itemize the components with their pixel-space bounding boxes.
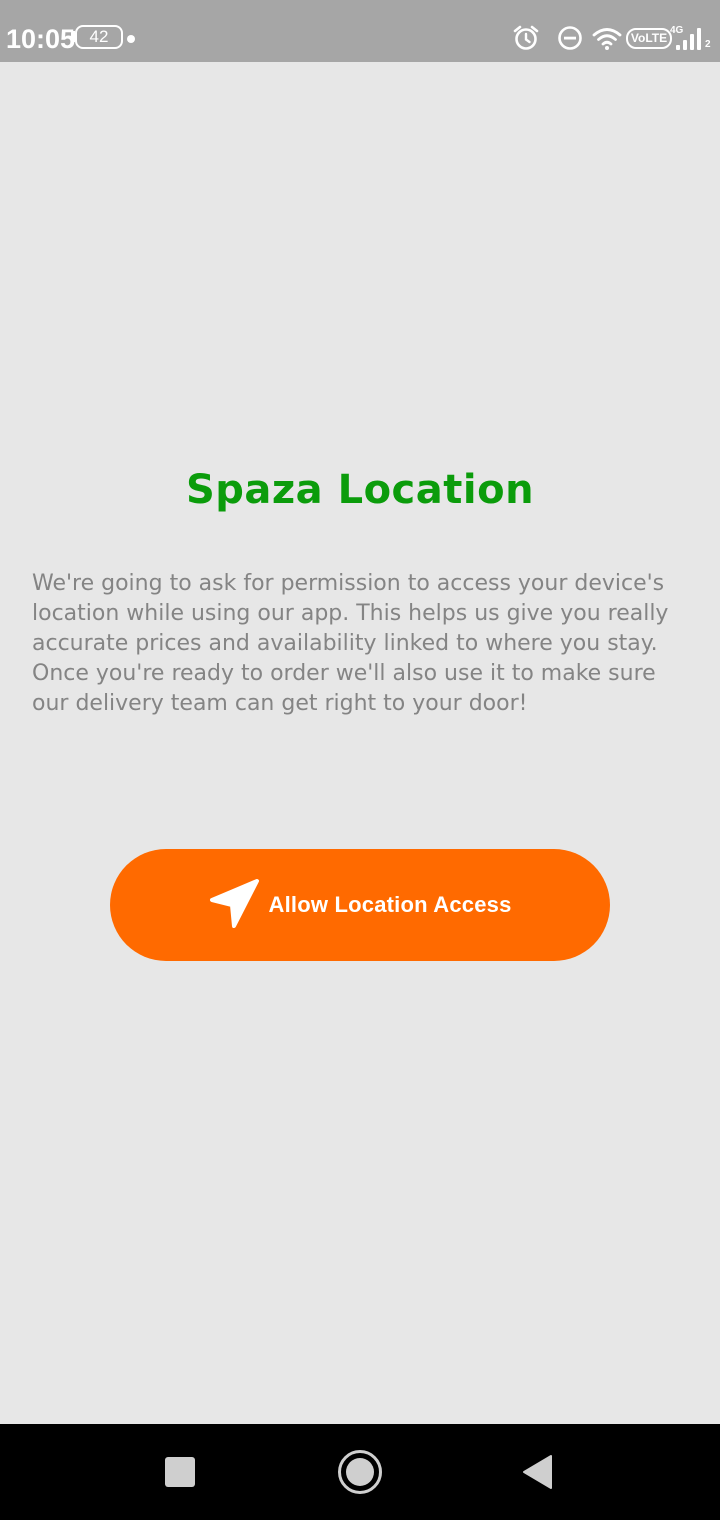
back-icon: [523, 1455, 552, 1489]
volte-badge: VoLTE: [626, 28, 672, 49]
allow-location-access-label: Allow Location Access: [268, 892, 512, 917]
allow-location-access-button[interactable]: Allow Location Access: [110, 849, 610, 961]
navigation-bar: [0, 1424, 720, 1520]
recent-apps-icon: [165, 1457, 195, 1487]
home-button[interactable]: [336, 1448, 384, 1496]
navigation-arrow-icon: [209, 879, 259, 928]
page-title: Spaza Location: [185, 467, 535, 513]
location-permission-screen: 10:05 42 VoLTE 4G 2 Spaza Location We're…: [0, 0, 720, 1520]
back-button[interactable]: [514, 1448, 562, 1496]
recent-apps-button[interactable]: [156, 1448, 204, 1496]
status-bar: 10:05 42 VoLTE 4G 2: [0, 0, 720, 62]
home-icon: [338, 1450, 382, 1494]
signal-icon: [676, 28, 701, 50]
sim-slot-label: 2: [705, 39, 711, 50]
status-time: 10:05: [6, 24, 76, 54]
permission-description: We're going to ask for permission to acc…: [32, 571, 669, 716]
do-not-disturb-icon: [558, 26, 582, 50]
notification-dot-icon: [127, 35, 135, 43]
battery-indicator: 42: [75, 25, 123, 49]
wifi-icon: [592, 28, 622, 50]
alarm-icon: [513, 25, 539, 50]
